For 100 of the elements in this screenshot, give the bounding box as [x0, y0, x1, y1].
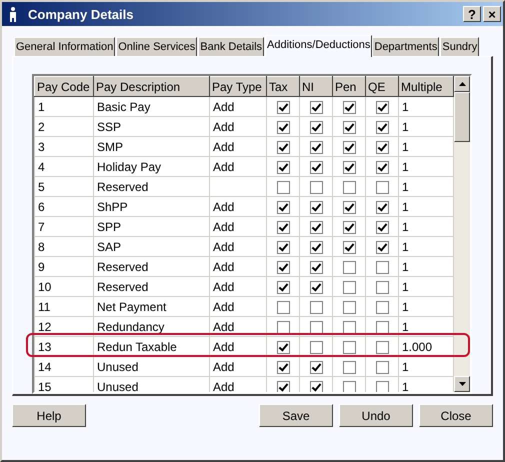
checkbox[interactable] — [310, 100, 322, 114]
column-header[interactable]: Multiple — [398, 76, 454, 96]
checkbox[interactable] — [276, 380, 290, 392]
column-header[interactable]: Pen — [332, 76, 366, 96]
checkbox[interactable] — [310, 180, 322, 194]
column-header[interactable]: NI — [300, 76, 332, 96]
checkbox[interactable] — [342, 160, 356, 174]
column-header[interactable]: Pay Type — [210, 76, 266, 96]
scrollbar[interactable] — [454, 76, 470, 392]
checkbox[interactable] — [376, 220, 388, 234]
checkbox[interactable] — [342, 200, 356, 214]
table-cell: 2 — [34, 116, 94, 136]
checkbox[interactable] — [276, 160, 290, 174]
checkbox[interactable] — [310, 260, 322, 274]
checkbox[interactable] — [310, 320, 322, 334]
table-cell: Reserved — [94, 256, 210, 276]
table-cell: Redundancy — [94, 316, 210, 336]
checkbox[interactable] — [376, 360, 388, 374]
checkbox[interactable] — [276, 120, 290, 134]
column-header[interactable]: QE — [366, 76, 398, 96]
table-cell: Add — [210, 216, 266, 236]
tab[interactable]: Departments — [372, 37, 440, 56]
checkbox[interactable] — [310, 120, 322, 134]
dialog-button[interactable]: Close — [419, 404, 493, 427]
dialog-button[interactable]: Help — [12, 404, 86, 427]
checkbox[interactable] — [376, 100, 388, 114]
scroll-up-button[interactable] — [454, 76, 470, 92]
checkbox[interactable] — [342, 140, 356, 154]
checkbox[interactable] — [342, 260, 356, 274]
checkbox[interactable] — [376, 300, 388, 314]
checkbox[interactable] — [342, 320, 356, 334]
checkbox[interactable] — [342, 100, 356, 114]
checkbox[interactable] — [342, 120, 356, 134]
checkbox[interactable] — [276, 280, 290, 294]
table-cell: SAP — [94, 236, 210, 256]
checkbox[interactable] — [342, 220, 356, 234]
checkbox[interactable] — [310, 220, 322, 234]
table-cell: Reserved — [94, 276, 210, 296]
checkbox[interactable] — [310, 360, 322, 374]
checkbox[interactable] — [276, 200, 290, 214]
table-cell: Add — [210, 256, 266, 276]
close-button[interactable]: × — [483, 6, 501, 22]
checkbox[interactable] — [376, 160, 388, 174]
checkbox[interactable] — [376, 260, 388, 274]
dialog-button[interactable]: Undo — [339, 404, 413, 427]
column-header[interactable]: Tax — [266, 76, 300, 96]
checkbox[interactable] — [310, 240, 322, 254]
tab[interactable]: Online Services — [116, 37, 198, 56]
checkbox[interactable] — [342, 280, 356, 294]
table-cell: 4 — [34, 156, 94, 176]
checkbox[interactable] — [342, 340, 356, 354]
checkbox[interactable] — [276, 340, 290, 354]
checkbox[interactable] — [276, 140, 290, 154]
checkbox[interactable] — [376, 280, 388, 294]
checkbox[interactable] — [342, 360, 356, 374]
checkbox[interactable] — [310, 280, 322, 294]
table-cell: 9 — [34, 256, 94, 276]
checkbox[interactable] — [342, 300, 356, 314]
column-header[interactable]: Pay Description — [94, 76, 210, 96]
checkbox[interactable] — [276, 220, 290, 234]
checkbox[interactable] — [310, 140, 322, 154]
checkbox[interactable] — [276, 360, 290, 374]
checkbox[interactable] — [376, 180, 388, 194]
checkbox[interactable] — [376, 340, 388, 354]
checkbox[interactable] — [376, 240, 388, 254]
tab[interactable]: Bank Details — [198, 37, 264, 56]
table-cell: Net Payment — [94, 296, 210, 316]
checkbox[interactable] — [376, 120, 388, 134]
checkbox[interactable] — [310, 160, 322, 174]
up-arrow-icon — [458, 82, 466, 86]
checkbox[interactable] — [276, 180, 290, 194]
table-cell: Basic Pay — [94, 96, 210, 116]
column-header[interactable]: Pay Code — [34, 76, 94, 96]
checkbox[interactable] — [276, 240, 290, 254]
checkbox[interactable] — [276, 100, 290, 114]
checkbox[interactable] — [376, 380, 388, 392]
checkbox[interactable] — [376, 140, 388, 154]
checkbox[interactable] — [276, 300, 290, 314]
table-cell: Add — [210, 276, 266, 296]
tab[interactable]: Sundry — [440, 37, 480, 56]
scroll-down-button[interactable] — [454, 376, 470, 392]
dialog-button[interactable]: Save — [259, 404, 333, 427]
checkbox[interactable] — [342, 240, 356, 254]
table-cell: 3 — [34, 136, 94, 156]
help-title-button[interactable]: ? — [463, 6, 481, 22]
checkbox[interactable] — [342, 380, 356, 392]
checkbox[interactable] — [376, 320, 388, 334]
down-arrow-icon — [458, 382, 466, 386]
checkbox[interactable] — [310, 340, 322, 354]
checkbox[interactable] — [310, 200, 322, 214]
checkbox[interactable] — [342, 180, 356, 194]
checkbox[interactable] — [276, 320, 290, 334]
scroll-thumb[interactable] — [454, 92, 470, 142]
checkbox[interactable] — [310, 380, 322, 392]
tab[interactable]: Additions/Deductions — [265, 35, 372, 57]
checkbox[interactable] — [376, 200, 388, 214]
table-cell: 10 — [34, 276, 94, 296]
checkbox[interactable] — [310, 300, 322, 314]
tab[interactable]: General Information — [14, 37, 116, 56]
checkbox[interactable] — [276, 260, 290, 274]
